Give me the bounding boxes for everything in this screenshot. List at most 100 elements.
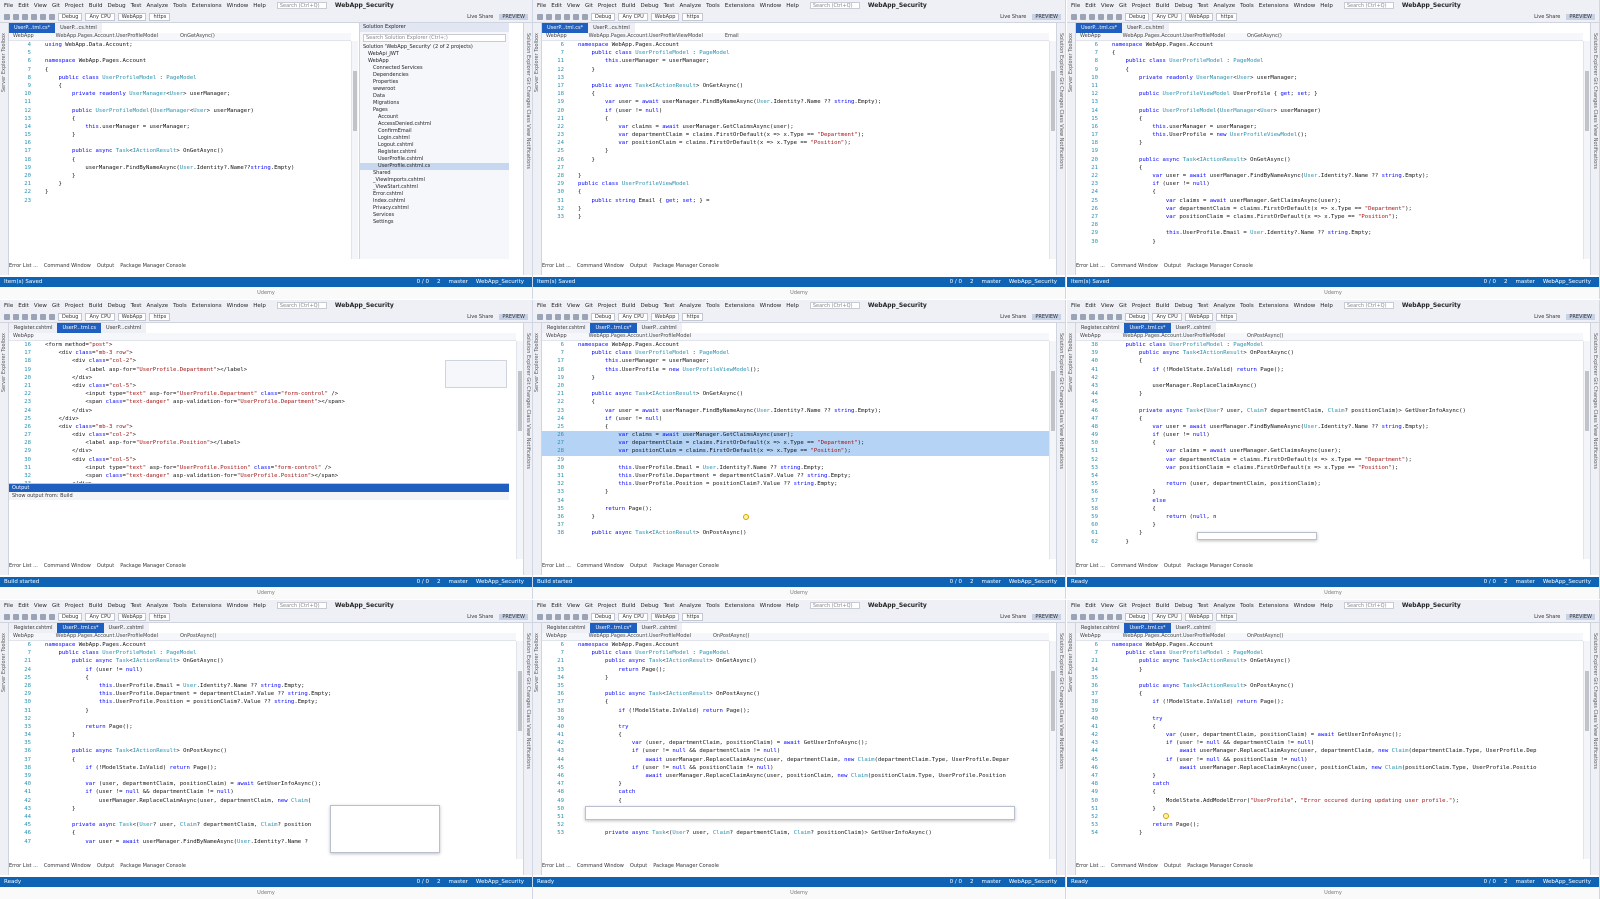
solution-tree-node[interactable]: _ViewStart.cshtml bbox=[360, 184, 509, 191]
solution-tree-node[interactable]: AccessDenied.cshtml bbox=[360, 121, 509, 128]
live-share-button[interactable]: Live Share bbox=[467, 314, 493, 320]
toolbar-run-dropdown[interactable]: https bbox=[149, 12, 171, 21]
menu-item[interactable]: Debug bbox=[641, 603, 659, 609]
toolbar-icon[interactable] bbox=[564, 13, 570, 20]
toolbar-icon[interactable] bbox=[555, 613, 561, 620]
status-indicator[interactable]: 2 bbox=[1504, 279, 1508, 285]
bottom-tab[interactable]: Package Manager Console bbox=[1187, 562, 1253, 571]
toolbar-project-dropdown[interactable]: WebApp bbox=[117, 312, 147, 321]
bottom-tab[interactable]: Error List ... bbox=[542, 262, 571, 271]
menu-item[interactable]: Build bbox=[1156, 303, 1170, 309]
menu-item[interactable]: Help bbox=[253, 603, 266, 609]
menu-item[interactable]: Extensions bbox=[1259, 603, 1289, 609]
menu-item[interactable]: Debug bbox=[108, 303, 126, 309]
code-editor[interactable]: 6 namespace WebApp.Pages.Account 7 public … bbox=[542, 341, 1049, 559]
toolbar-icon[interactable] bbox=[573, 13, 579, 20]
menu-item[interactable]: Git bbox=[585, 603, 593, 609]
status-indicator[interactable]: master bbox=[982, 279, 1001, 285]
status-indicator[interactable]: WebApp_Security bbox=[476, 579, 524, 585]
toolbar-icon[interactable] bbox=[582, 613, 588, 620]
scrollbar-thumb[interactable] bbox=[1051, 671, 1055, 731]
bottom-tab[interactable]: Package Manager Console bbox=[653, 862, 719, 871]
document-tab[interactable]: Register.cshtml bbox=[1076, 623, 1124, 633]
left-strip-label[interactable]: Server Explorer Toolbox bbox=[1, 333, 7, 392]
menu-item[interactable]: Debug bbox=[108, 603, 126, 609]
menu-item[interactable]: Help bbox=[1320, 603, 1333, 609]
nav-dropdown[interactable]: OnGetAsync() bbox=[1247, 33, 1282, 40]
toolbar-project-dropdown[interactable]: WebApp bbox=[117, 612, 147, 621]
toolbar-icon[interactable] bbox=[1071, 313, 1077, 320]
menu-item[interactable]: Git bbox=[1119, 3, 1127, 9]
menu-item[interactable]: File bbox=[1071, 303, 1080, 309]
status-indicator[interactable]: 2 bbox=[437, 279, 441, 285]
solution-tree-node[interactable]: Settings bbox=[360, 219, 509, 226]
toolbar-project-dropdown[interactable]: WebApp bbox=[117, 12, 147, 21]
menu-item[interactable]: Project bbox=[65, 3, 84, 9]
bottom-tab[interactable]: Command Window bbox=[44, 262, 91, 271]
document-tab[interactable]: Register.cshtml bbox=[542, 323, 590, 333]
menu-item[interactable]: Help bbox=[786, 603, 799, 609]
toolbar-run-dropdown[interactable]: https bbox=[149, 312, 171, 321]
menu-item[interactable]: Project bbox=[65, 303, 84, 309]
vertical-scrollbar[interactable] bbox=[1583, 41, 1590, 259]
status-indicator[interactable]: 0 / 0 bbox=[1484, 879, 1496, 885]
menu-item[interactable]: Extensions bbox=[725, 3, 755, 9]
document-tab[interactable]: UserP...tml.cs* bbox=[1124, 323, 1171, 333]
menu-item[interactable]: Window bbox=[760, 603, 782, 609]
menu-item[interactable]: File bbox=[4, 603, 13, 609]
menu-item[interactable]: Edit bbox=[551, 3, 562, 9]
toolbar-icon[interactable] bbox=[1089, 613, 1095, 620]
menu-item[interactable]: Project bbox=[1132, 603, 1151, 609]
document-tab[interactable]: Register.cshtml bbox=[9, 623, 57, 633]
toolbar-icon[interactable] bbox=[537, 613, 543, 620]
solution-tree-node[interactable]: Logout.cshtml bbox=[360, 142, 509, 149]
bottom-tab[interactable]: Error List ... bbox=[9, 862, 38, 871]
toolbar-icon[interactable] bbox=[1098, 13, 1104, 20]
menu-item[interactable]: Debug bbox=[1175, 3, 1193, 9]
menu-item[interactable]: Window bbox=[1294, 603, 1316, 609]
document-tab[interactable]: UserP...cs.html bbox=[1122, 23, 1169, 33]
menu-item[interactable]: File bbox=[1071, 603, 1080, 609]
menu-item[interactable]: View bbox=[34, 303, 47, 309]
toolbar-icon[interactable] bbox=[1080, 13, 1086, 20]
toolbar-icon[interactable] bbox=[22, 13, 28, 20]
menu-item[interactable]: Window bbox=[1294, 3, 1316, 9]
code-editor[interactable]: 4 using WebApp.Data.Account; 5 6 namespace W… bbox=[9, 41, 351, 259]
right-strip-label[interactable]: Solution Explorer Git Changes Class View… bbox=[1592, 333, 1598, 469]
nav-dropdown[interactable]: Email bbox=[725, 33, 739, 40]
solution-tree-node[interactable]: Shared bbox=[360, 170, 509, 177]
toolbar-icon[interactable] bbox=[546, 613, 552, 620]
menu-item[interactable]: Git bbox=[585, 3, 593, 9]
search-box[interactable]: Search (Ctrl+Q) bbox=[276, 602, 327, 609]
toolbar-platform-dropdown[interactable]: Any CPU bbox=[618, 612, 648, 621]
menu-item[interactable]: Edit bbox=[18, 603, 29, 609]
menu-item[interactable]: Project bbox=[1132, 303, 1151, 309]
document-tab[interactable]: Register.cshtml bbox=[1076, 323, 1124, 333]
left-strip-label[interactable]: Server Explorer Toolbox bbox=[1068, 633, 1074, 692]
toolbar-run-dropdown[interactable]: https bbox=[682, 612, 704, 621]
menu-item[interactable]: Build bbox=[89, 603, 103, 609]
menu-item[interactable]: Help bbox=[253, 303, 266, 309]
bottom-tab[interactable]: Command Window bbox=[1111, 262, 1158, 271]
menu-item[interactable]: Test bbox=[1198, 303, 1209, 309]
toolbar-icon[interactable] bbox=[1107, 13, 1113, 20]
scrollbar-thumb[interactable] bbox=[1051, 71, 1055, 131]
toolbar-icon[interactable] bbox=[1098, 613, 1104, 620]
status-indicator[interactable]: 2 bbox=[970, 879, 974, 885]
document-tab[interactable]: UserP...cshtml bbox=[637, 623, 682, 633]
live-share-button[interactable]: Live Share bbox=[1534, 314, 1560, 320]
solution-tree-node[interactable]: Pages bbox=[360, 107, 509, 114]
nav-dropdown[interactable]: WebApp.Pages.Account.UserProfileModel bbox=[589, 633, 691, 640]
bottom-tab[interactable]: Output bbox=[1164, 862, 1181, 871]
toolbar-platform-dropdown[interactable]: Any CPU bbox=[85, 312, 115, 321]
menu-item[interactable]: Analyze bbox=[1213, 3, 1235, 9]
bottom-tab[interactable]: Package Manager Console bbox=[120, 262, 186, 271]
nav-dropdown[interactable]: OnPostAsync() bbox=[180, 633, 216, 640]
status-indicator[interactable]: master bbox=[1516, 579, 1535, 585]
toolbar-icon[interactable] bbox=[1107, 613, 1113, 620]
live-share-button[interactable]: Live Share bbox=[1534, 614, 1560, 620]
left-strip-label[interactable]: Server Explorer Toolbox bbox=[534, 33, 540, 92]
menu-item[interactable]: Analyze bbox=[679, 603, 701, 609]
live-share-button[interactable]: Live Share bbox=[1000, 14, 1026, 20]
toolbar-icon[interactable] bbox=[546, 13, 552, 20]
